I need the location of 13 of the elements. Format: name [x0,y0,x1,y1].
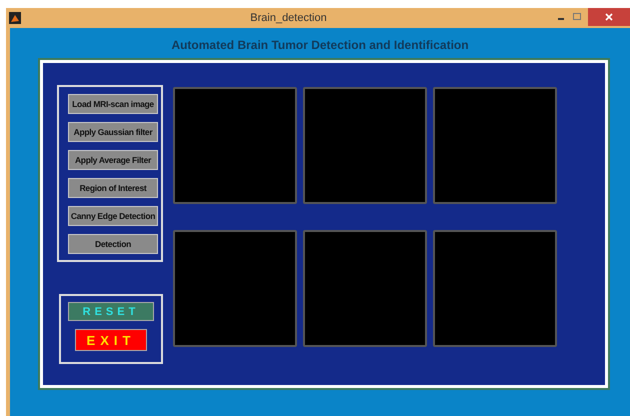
window-title: Brain_detection [249,12,328,24]
action-button[interactable]: Detection [68,234,158,254]
reset-button[interactable]: RESET [68,302,154,321]
app-icon [9,12,21,24]
action-button[interactable]: Apply Gaussian filter [68,122,158,142]
action-button[interactable]: Load MRI-scan image [68,94,158,114]
exit-button[interactable]: EXIT [75,329,147,351]
action-button[interactable]: Canny Edge Detection [68,206,158,226]
action-button[interactable]: Region of Interest [68,178,158,198]
app-heading: Automated Brain Tumor Detection and Identification [170,37,470,54]
close-icon [605,13,613,21]
close-button[interactable] [588,8,630,26]
action-button[interactable]: Apply Average Filter [68,150,158,170]
